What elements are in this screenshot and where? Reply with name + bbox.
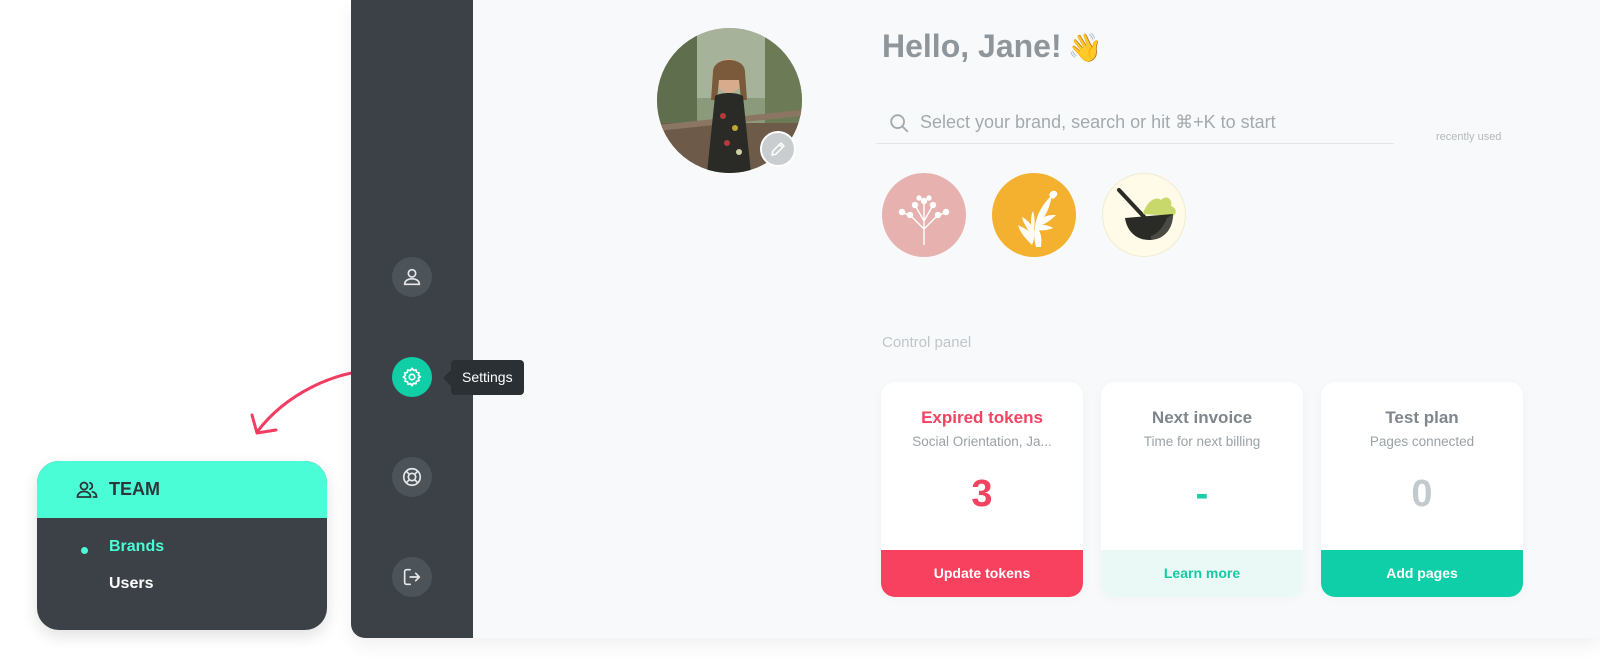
team-submenu: TEAM Brands Users: [37, 461, 327, 630]
recently-used-label: recently used: [1436, 131, 1502, 143]
card-title: Expired tokens: [921, 408, 1043, 427]
control-panel-label: Control panel: [882, 334, 972, 351]
update-tokens-button[interactable]: Update tokens: [881, 550, 1083, 597]
card-subtitle: Time for next billing: [1143, 434, 1261, 449]
active-item-indicator: [81, 547, 88, 554]
dandelion-icon: [898, 195, 950, 245]
greeting-text: Hello, Jane!: [882, 28, 1062, 64]
brand-avatar-matcha[interactable]: [1102, 173, 1186, 257]
user-icon: [403, 268, 421, 286]
pencil-icon: [771, 142, 785, 156]
stage: TEAM Brands Users Settings Hello, Jane! …: [0, 0, 1600, 660]
card-title: Test plan: [1385, 408, 1459, 427]
card-test-plan: Test plan Pages connected 0 Add pages: [1321, 382, 1523, 597]
team-menu-item-users[interactable]: Users: [109, 575, 153, 593]
latte-leaf-icon: [1018, 190, 1058, 247]
wave-emoji: 👋: [1067, 32, 1103, 63]
card-value: 0: [1411, 473, 1433, 515]
search-bar: [876, 102, 1394, 144]
matcha-bowl-icon: [1117, 188, 1176, 240]
team-menu-title: TEAM: [109, 479, 160, 499]
search-icon: [890, 113, 909, 132]
card-value: 3: [971, 473, 993, 515]
card-subtitle: Social Orientation, Ja...: [912, 434, 1052, 449]
edit-avatar-button[interactable]: [760, 131, 796, 167]
team-icon: [76, 481, 98, 498]
gear-icon: [402, 367, 422, 387]
page-title: Hello, Jane! 👋: [882, 28, 1102, 65]
sidebar-item-support[interactable]: [392, 457, 432, 497]
brand-avatar-dandelion[interactable]: [882, 173, 966, 257]
team-menu-item-brands[interactable]: Brands: [109, 538, 164, 556]
card-subtitle: Pages connected: [1369, 434, 1475, 449]
settings-tooltip: Settings: [443, 360, 524, 395]
logout-icon: [403, 568, 421, 586]
sidebar-item-settings[interactable]: [392, 357, 432, 397]
sidebar-item-profile[interactable]: [392, 257, 432, 297]
search-input[interactable]: [920, 112, 1380, 133]
add-pages-button[interactable]: Add pages: [1321, 550, 1523, 597]
sidebar: [351, 0, 473, 638]
card-expired-tokens: Expired tokens Social Orientation, Ja...…: [881, 382, 1083, 597]
sidebar-item-logout[interactable]: [392, 557, 432, 597]
learn-more-button[interactable]: Learn more: [1101, 550, 1303, 597]
brand-avatar-latte-art[interactable]: [992, 173, 1076, 257]
card-next-invoice: Next invoice Time for next billing - Lea…: [1101, 382, 1303, 597]
card-title: Next invoice: [1151, 408, 1253, 427]
card-value: -: [1195, 473, 1209, 515]
lifebuoy-icon: [402, 467, 422, 487]
team-menu-header[interactable]: TEAM: [37, 461, 327, 518]
